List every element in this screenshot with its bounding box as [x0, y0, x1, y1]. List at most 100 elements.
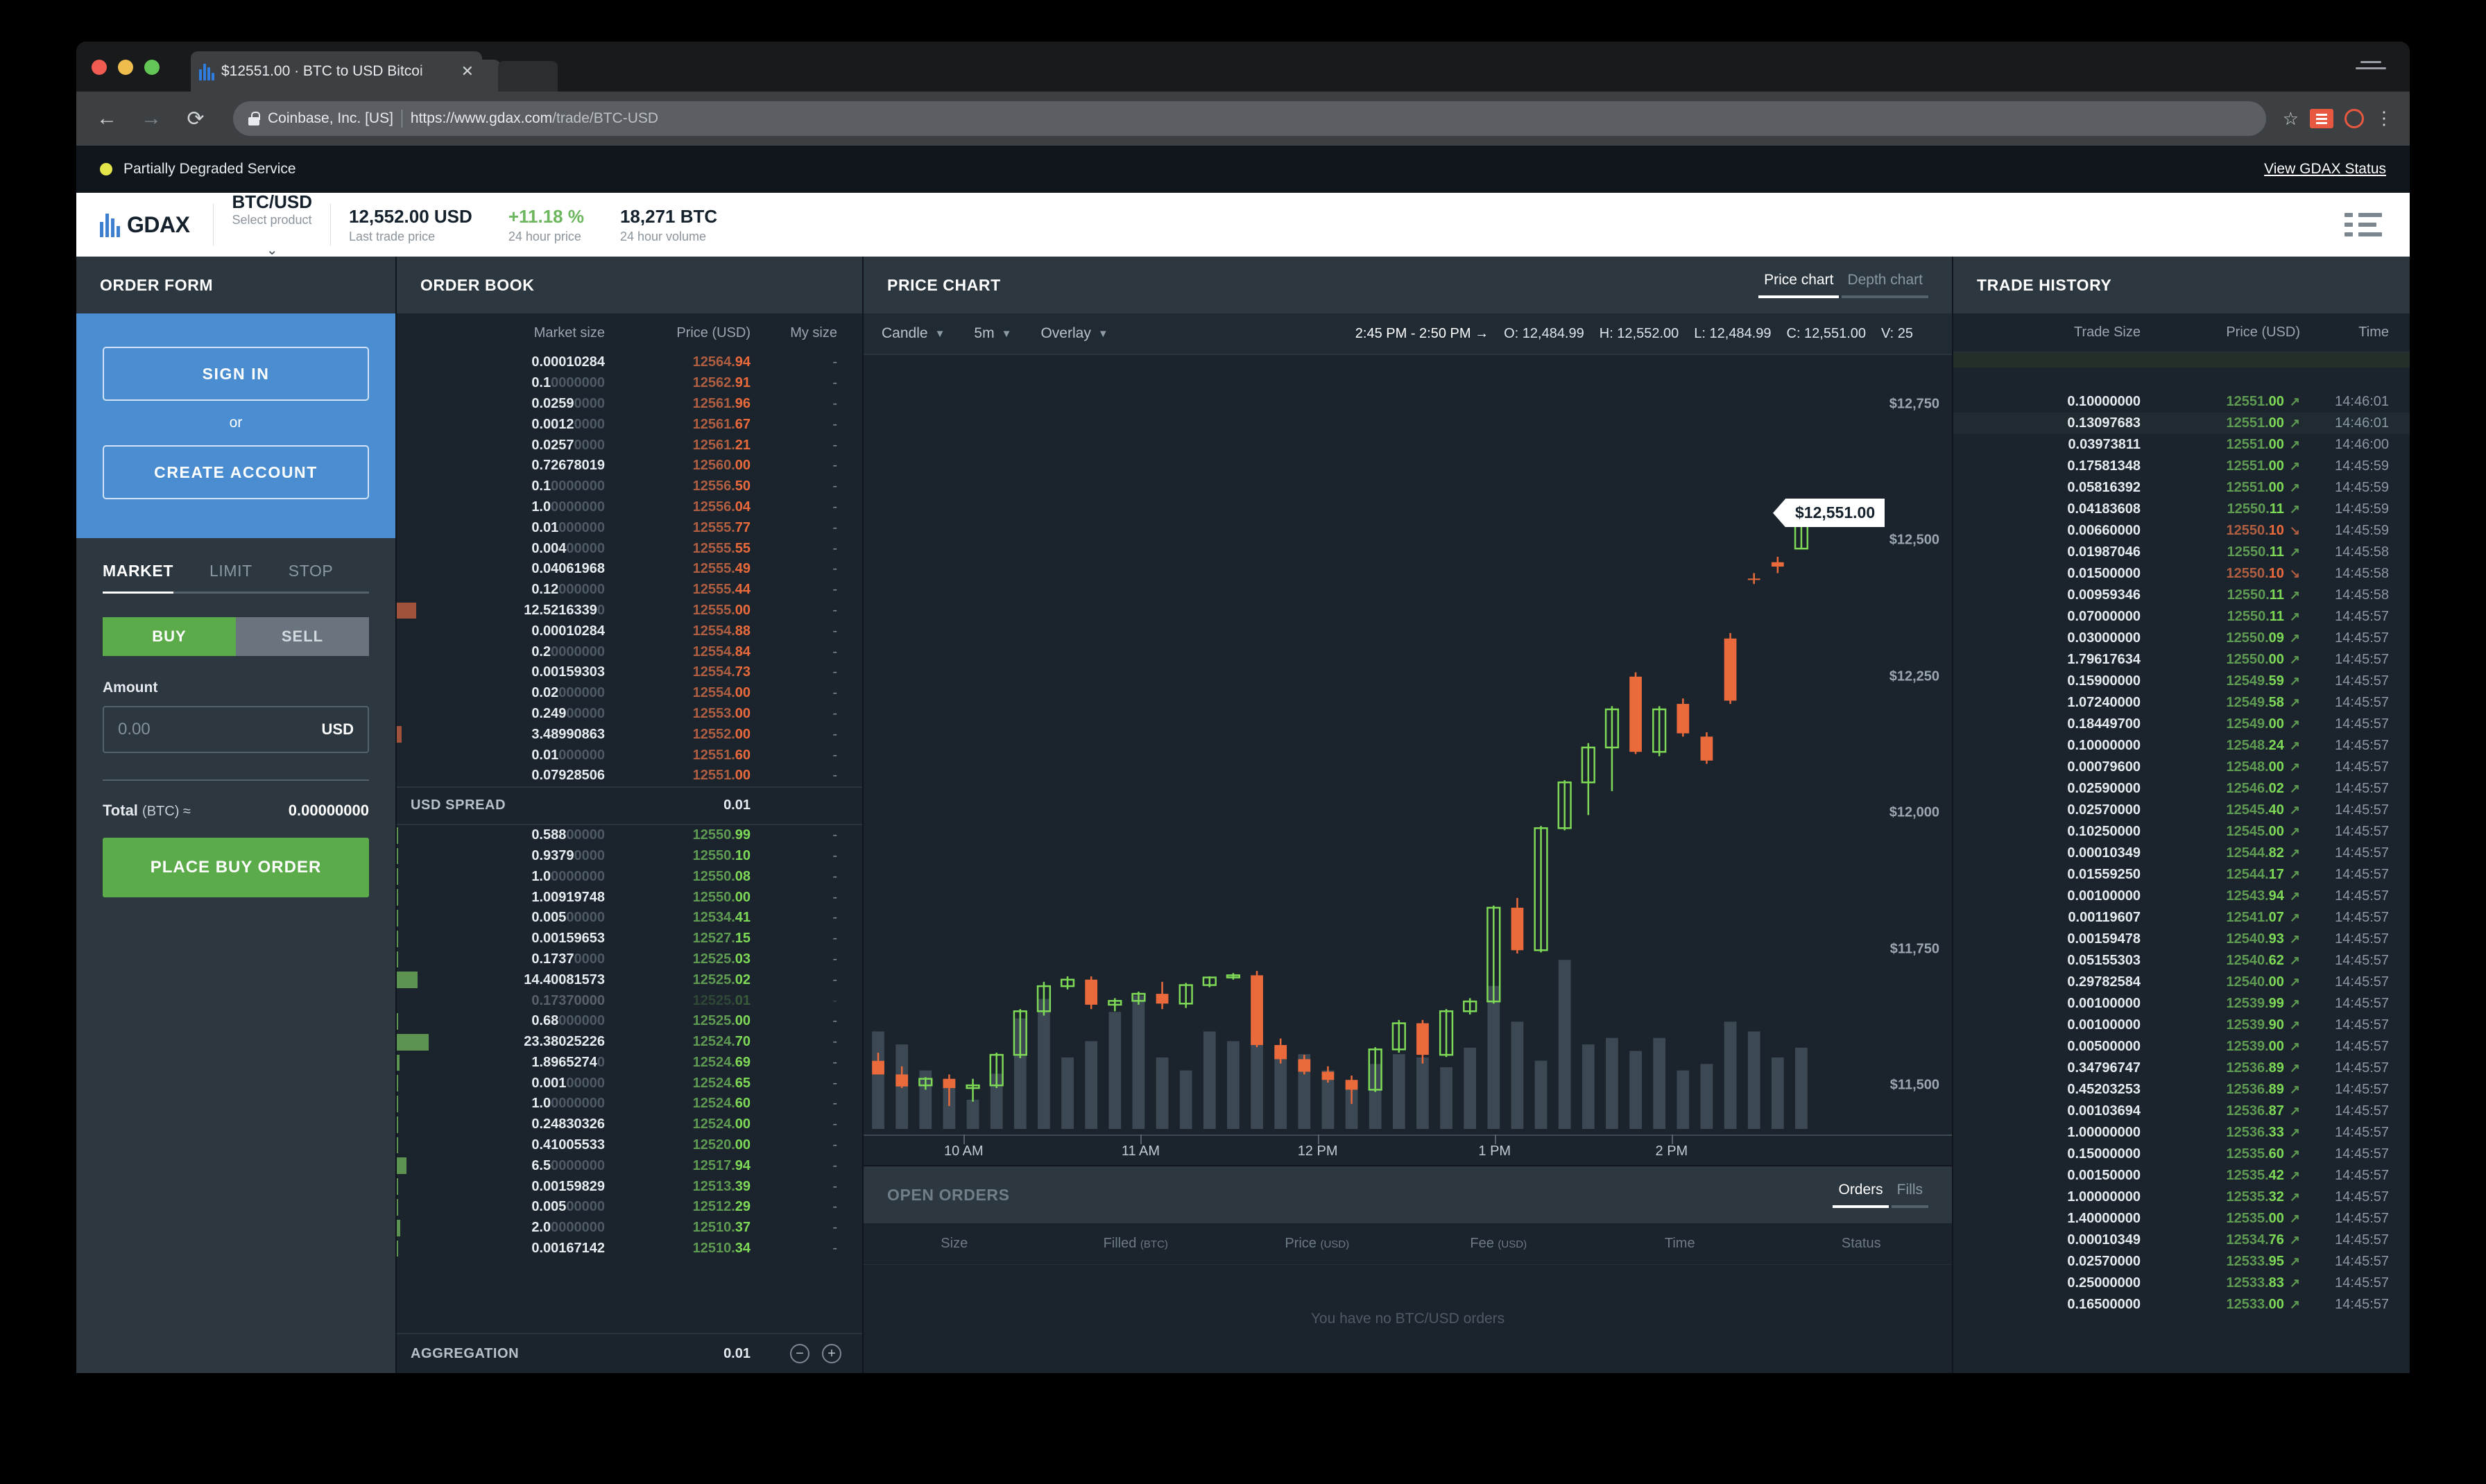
chart-type-dropdown[interactable]: Candle ▼ — [882, 325, 945, 342]
aggregation-increase-icon[interactable]: + — [822, 1344, 841, 1363]
browser-tab[interactable]: $12551.00 · BTC to USD Bitcoi ✕ — [191, 51, 482, 92]
open-orders-tab-orders[interactable]: Orders — [1833, 1182, 1889, 1208]
order-book-row[interactable]: 0.00167142 12510.34 - — [397, 1239, 862, 1259]
order-book-row[interactable]: 0.01000000 12551.60 - — [397, 745, 862, 766]
order-book-row[interactable]: 0.00400000 12555.55 - — [397, 538, 862, 559]
chart-x-tick — [1317, 1134, 1319, 1144]
trade-price: 12536.89 ↗ — [2226, 1060, 2300, 1076]
order-book-row[interactable]: 14.40081573 12525.02 - — [397, 969, 862, 990]
trade-time: 14:45:57 — [2335, 1017, 2389, 1033]
order-book-row[interactable]: 0.24900000 12553.00 - — [397, 704, 862, 725]
chart-tab-price-chart[interactable]: Price chart — [1758, 272, 1840, 298]
order-book-row[interactable]: 3.48990863 12552.00 - — [397, 724, 862, 745]
trade-history-row: 0.00959346 12550.11 ↗ 14:45:58 — [1953, 585, 2410, 606]
order-book-row[interactable]: 12.52163390 12555.00 - — [397, 601, 862, 621]
trade-size: 0.01559250 — [2067, 867, 2141, 882]
order-book-row[interactable]: 0.00500000 12512.29 - — [397, 1197, 862, 1218]
aggregation-decrease-icon[interactable]: − — [790, 1344, 809, 1363]
order-book-row[interactable]: 6.50000000 12517.94 - — [397, 1155, 862, 1176]
order-my-size: - — [832, 1199, 837, 1215]
trade-direction-icon: ↗ — [2289, 1297, 2300, 1311]
order-book-row[interactable]: 0.00159829 12513.39 - — [397, 1176, 862, 1197]
order-book-row[interactable]: 0.93790000 12550.10 - — [397, 846, 862, 867]
order-book-row[interactable]: 0.02570000 12561.21 - — [397, 435, 862, 456]
window-layout-icon[interactable] — [2356, 57, 2386, 78]
open-orders-tab-fills[interactable]: Fills — [1891, 1182, 1928, 1208]
chevron-down-icon[interactable]: ⌄ — [266, 241, 278, 259]
sign-in-button[interactable]: SIGN IN — [103, 347, 369, 401]
order-book-row[interactable]: 0.68000000 12525.00 - — [397, 1011, 862, 1032]
bookmark-star-icon[interactable]: ☆ — [2283, 108, 2299, 130]
chart-tab-depth-chart[interactable]: Depth chart — [1842, 272, 1928, 298]
chart-interval-dropdown[interactable]: 5m ▼ — [974, 325, 1011, 342]
trade-direction-icon: ↗ — [2289, 825, 2300, 838]
order-book-row[interactable]: 0.00010284 12564.94 - — [397, 352, 862, 373]
extension-icon-1[interactable] — [2310, 109, 2333, 128]
chrome-menu-icon[interactable]: ⋮ — [2375, 110, 2393, 127]
order-book-row[interactable]: 0.24830326 12524.00 - — [397, 1114, 862, 1135]
order-book-row[interactable]: 0.02590000 12561.96 - — [397, 394, 862, 415]
trade-price: 12550.11 ↗ — [2227, 544, 2300, 560]
order-book-row[interactable]: 0.04061968 12555.49 - — [397, 559, 862, 580]
trade-history-row: 0.00010349 12534.76 ↗ 14:45:57 — [1953, 1230, 2410, 1251]
auth-block: SIGN IN or CREATE ACCOUNT — [76, 313, 395, 538]
amount-input[interactable]: 0.00 USD — [103, 706, 369, 753]
order-book-row[interactable]: 1.89652740 12524.69 - — [397, 1053, 862, 1073]
order-book-row[interactable]: 0.02000000 12554.00 - — [397, 683, 862, 704]
open-orders-col: Fee (USD) — [1470, 1236, 1527, 1251]
order-my-size: - — [832, 540, 837, 556]
order-book-row[interactable]: 0.00159653 12527.15 - — [397, 929, 862, 949]
trade-price: 12551.00 ↗ — [2226, 415, 2300, 431]
order-book-row[interactable]: 0.10000000 12562.91 - — [397, 373, 862, 394]
reload-icon[interactable]: ⟳ — [182, 105, 209, 132]
order-book-row[interactable]: 0.00500000 12534.41 - — [397, 908, 862, 929]
volume-stat: 18,271 BTC 24 hour volume — [602, 206, 735, 244]
order-book-row[interactable]: 1.00919748 12550.00 - — [397, 887, 862, 908]
buy-tab-button[interactable]: BUY — [103, 617, 236, 656]
trade-direction-icon: ↘ — [2289, 567, 2300, 580]
order-book-row[interactable]: 0.07928506 12551.00 - — [397, 766, 862, 786]
minimize-window-button[interactable] — [118, 60, 133, 75]
extension-icon-2[interactable] — [2344, 109, 2364, 128]
order-book-row[interactable]: 0.01000000 12555.77 - — [397, 517, 862, 538]
order-book-row[interactable]: 0.20000000 12554.84 - — [397, 641, 862, 662]
sell-tab-button[interactable]: SELL — [236, 617, 369, 656]
order-book-row[interactable]: 0.00100000 12524.65 - — [397, 1073, 862, 1094]
order-book-row[interactable]: 0.00159303 12554.73 - — [397, 662, 862, 683]
trade-price: 12533.83 ↗ — [2226, 1275, 2300, 1291]
address-bar[interactable]: Coinbase, Inc. [US] https://www.gdax.com… — [233, 101, 2266, 136]
close-tab-icon[interactable]: ✕ — [461, 62, 474, 80]
order-book-row[interactable]: 1.00000000 12556.04 - — [397, 497, 862, 518]
order-book-row[interactable]: 0.17370000 12525.03 - — [397, 949, 862, 970]
ohlc-readout: 2:45 PM - 2:50 PM → O: 12,484.99 H: 12,552… — [1355, 326, 1934, 342]
order-type-tab-limit[interactable]: LIMIT — [191, 562, 271, 592]
order-book-row[interactable]: 0.58800000 12550.99 - — [397, 825, 862, 846]
trade-history-row: 0.10250000 12545.00 ↗ 14:45:57 — [1953, 821, 2410, 843]
chart-overlay-dropdown[interactable]: Overlay ▼ — [1040, 325, 1108, 342]
forward-icon[interactable]: → — [137, 105, 165, 132]
order-book-row[interactable]: 0.72678019 12560.00 - — [397, 456, 862, 476]
maximize-window-button[interactable] — [144, 60, 160, 75]
order-book-row[interactable]: 0.17370000 12525.01 - — [397, 990, 862, 1011]
back-icon[interactable]: ← — [93, 105, 121, 132]
place-buy-order-button[interactable]: PLACE BUY ORDER — [103, 838, 369, 897]
product-selector[interactable]: BTC/USD Select product ⌄ — [214, 191, 330, 259]
order-book-row[interactable]: 0.00010284 12554.88 - — [397, 621, 862, 641]
order-book-row[interactable]: 1.00000000 12550.08 - — [397, 866, 862, 887]
order-book-row[interactable]: 0.12000000 12555.44 - — [397, 580, 862, 601]
order-book-row[interactable]: 0.41005533 12520.00 - — [397, 1135, 862, 1156]
view-gdax-status-link[interactable]: View GDAX Status — [2264, 161, 2386, 178]
order-type-tab-market[interactable]: MARKET — [103, 562, 191, 594]
new-tab-button[interactable] — [498, 61, 558, 92]
chart-plot-area[interactable]: $12,750 $12,500 $12,250 $12,000 $11,750 $11,5… — [864, 355, 1952, 1165]
gdax-logo[interactable]: GDAX — [92, 212, 213, 238]
create-account-button[interactable]: CREATE ACCOUNT — [103, 445, 369, 499]
order-book-row[interactable]: 1.00000000 12524.60 - — [397, 1094, 862, 1114]
close-window-button[interactable] — [92, 60, 107, 75]
app-menu-icon[interactable] — [2344, 207, 2382, 242]
order-book-row[interactable]: 2.00000000 12510.37 - — [397, 1218, 862, 1239]
order-book-row[interactable]: 23.38025226 12524.70- — [397, 1032, 862, 1053]
order-book-row[interactable]: 0.10000000 12556.50 - — [397, 476, 862, 497]
order-book-row[interactable]: 0.00120000 12561.67 - — [397, 414, 862, 435]
order-type-tab-stop[interactable]: STOP — [271, 562, 352, 592]
